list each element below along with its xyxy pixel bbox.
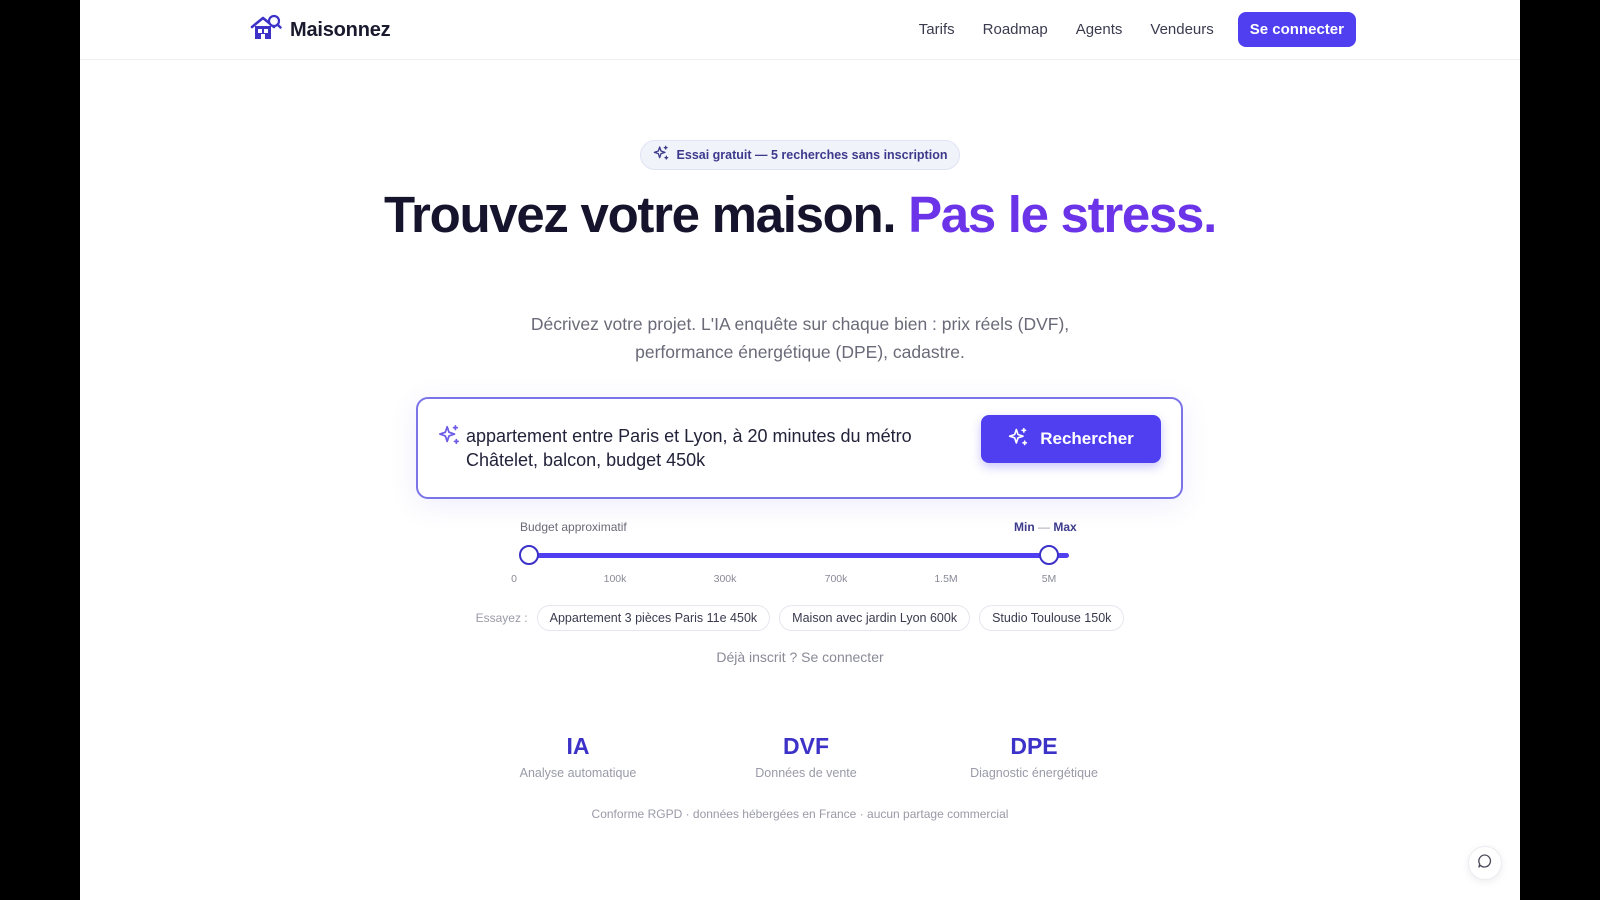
budget-tick-label: 5M bbox=[1041, 573, 1057, 585]
stat-dvf: DVF Données de vente bbox=[706, 733, 906, 780]
footer-compliance-note: Conforme RGPD · données hébergées en Fra… bbox=[591, 807, 1009, 821]
suggestion-chip[interactable]: Maison avec jardin Lyon 600k bbox=[779, 605, 971, 631]
search-button-label: Rechercher bbox=[1040, 429, 1134, 448]
badge-text: Essai gratuit — 5 recherches sans inscri… bbox=[676, 148, 948, 162]
headline-main: Trouvez votre maison. bbox=[384, 186, 897, 243]
stat-title: DPE bbox=[1010, 733, 1058, 759]
nav-link-agents[interactable]: Agents bbox=[1076, 13, 1123, 47]
budget-slider-track[interactable] bbox=[529, 553, 1069, 558]
headline-accent: Pas le stress. bbox=[908, 186, 1217, 243]
hero-headline: Trouvez votre maison. Pas le stress. bbox=[80, 188, 1520, 242]
stat-subtitle: Diagnostic énergétique bbox=[970, 766, 1098, 780]
nav-links: Tarifs Roadmap Agents Vendeurs Se connec… bbox=[919, 12, 1356, 47]
sparkle-icon bbox=[1008, 427, 1028, 452]
suggestion-chip[interactable]: Studio Toulouse 150k bbox=[979, 605, 1125, 631]
nav-link-roadmap[interactable]: Roadmap bbox=[983, 13, 1048, 47]
search-query-line-1: appartement entre Paris et Lyon, à 20 mi… bbox=[466, 426, 912, 446]
stat-subtitle: Analyse automatique bbox=[519, 766, 637, 780]
stat-ia: IA Analyse automatique bbox=[478, 733, 678, 780]
page: Maisonnez Tarifs Roadmap Agents Vendeurs… bbox=[80, 0, 1520, 900]
budget-max-label: Max bbox=[1053, 520, 1077, 534]
already-registered-link[interactable]: Déjà inscrit ? Se connecter bbox=[80, 649, 1520, 665]
budget-tick-label: 300k bbox=[713, 573, 737, 585]
budget-tick-label: 1.5M bbox=[934, 573, 958, 585]
stat-dpe: DPE Diagnostic énergétique bbox=[934, 733, 1134, 780]
chat-button[interactable] bbox=[1468, 846, 1502, 880]
top-nav: Maisonnez Tarifs Roadmap Agents Vendeurs… bbox=[80, 0, 1520, 60]
suggestions-row: Essayez : Appartement 3 pièces Paris 11e… bbox=[80, 605, 1520, 631]
brand-logo[interactable]: Maisonnez bbox=[250, 14, 391, 47]
hero-subtitle: Décrivez votre projet. L'IA enquête sur … bbox=[80, 310, 1520, 366]
budget-slider-min-handle[interactable] bbox=[519, 545, 539, 565]
budget-range-separator: — bbox=[1038, 520, 1051, 534]
search-query-line-2: Châtelet, balcon, budget 450k bbox=[466, 450, 706, 470]
subtitle-line-2: performance énergétique (DPE), cadastre. bbox=[635, 342, 965, 362]
free-trial-badge: Essai gratuit — 5 recherches sans inscri… bbox=[640, 140, 960, 170]
suggestions-label: Essayez : bbox=[475, 611, 528, 625]
budget-label: Budget approximatif bbox=[520, 520, 627, 534]
budget-range-label: Min — Max bbox=[1014, 520, 1077, 534]
brand-name: Maisonnez bbox=[290, 19, 391, 41]
search-input[interactable]: appartement entre Paris et Lyon, à 20 mi… bbox=[466, 424, 936, 472]
budget-min-label: Min bbox=[1014, 520, 1035, 534]
chat-bubble-icon bbox=[1477, 853, 1493, 874]
nav-link-vendeurs[interactable]: Vendeurs bbox=[1150, 13, 1213, 47]
stat-title: IA bbox=[566, 733, 590, 759]
budget-tick-label: 700k bbox=[824, 573, 848, 585]
budget-slider-max-handle[interactable] bbox=[1039, 545, 1059, 565]
sparkle-icon bbox=[653, 145, 669, 166]
budget-tick-label: 100k bbox=[603, 573, 627, 585]
house-search-icon bbox=[250, 14, 282, 47]
stat-title: DVF bbox=[783, 733, 829, 759]
sparkle-icon bbox=[438, 424, 460, 451]
search-button[interactable]: Rechercher bbox=[981, 415, 1161, 463]
stat-subtitle: Données de vente bbox=[755, 766, 857, 780]
nav-link-tarifs[interactable]: Tarifs bbox=[919, 13, 955, 47]
subtitle-line-1: Décrivez votre projet. L'IA enquête sur … bbox=[530, 314, 1070, 334]
login-button[interactable]: Se connecter bbox=[1237, 12, 1356, 47]
suggestion-chip[interactable]: Appartement 3 pièces Paris 11e 450k bbox=[536, 605, 771, 631]
budget-tick-label: 0 bbox=[511, 573, 517, 585]
search-box[interactable]: appartement entre Paris et Lyon, à 20 mi… bbox=[416, 397, 1183, 499]
